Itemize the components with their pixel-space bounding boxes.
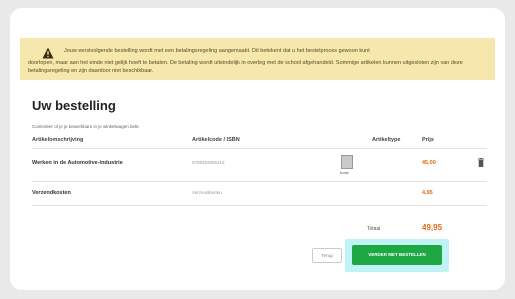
item-name: Verzendkosten [32, 190, 71, 196]
warning-icon [42, 47, 54, 59]
table-header: Artikelomschrijving Artikelcode / ISBN A… [32, 137, 487, 147]
page-title: Uw bestelling [32, 98, 116, 113]
divider [32, 148, 487, 149]
item-type: boek [340, 170, 349, 175]
total-value: 49,95 [422, 223, 443, 232]
book-icon [341, 155, 353, 169]
alert-text-line1: Jouw eerstvolgende bestelling wordt met … [64, 48, 370, 54]
back-button[interactable]: Terug [312, 248, 342, 263]
item-price: 45,00 [422, 160, 436, 166]
continue-order-button[interactable]: VERDER MET BESTELLEN [352, 245, 442, 265]
item-code: 9789493356313 [192, 160, 225, 165]
col-price: Prijs [422, 137, 434, 143]
col-code: Artikelcode / ISBN [192, 137, 240, 143]
alert-text-line2: doorlopen, maar aan het einde niet gelij… [28, 60, 463, 74]
divider [32, 205, 487, 206]
payment-arrangement-alert: Jouw eerstvolgende bestelling wordt met … [20, 38, 495, 80]
total-label: Totaal [367, 226, 381, 232]
item-code: Verzendkosten [192, 190, 222, 195]
order-subtitle: Controleer of je je bewerkbare in je win… [32, 124, 140, 129]
item-price: 4,95 [422, 190, 433, 196]
divider [32, 181, 487, 182]
table-row: Werken in de Automotive-industrie 978949… [32, 160, 487, 172]
item-name: Werken in de Automotive-industrie [32, 160, 123, 166]
trash-icon[interactable] [478, 158, 484, 167]
col-description: Artikelomschrijving [32, 137, 84, 143]
col-type: Artikeltype [372, 137, 401, 143]
table-row: Verzendkosten Verzendkosten 4,95 [32, 190, 487, 202]
